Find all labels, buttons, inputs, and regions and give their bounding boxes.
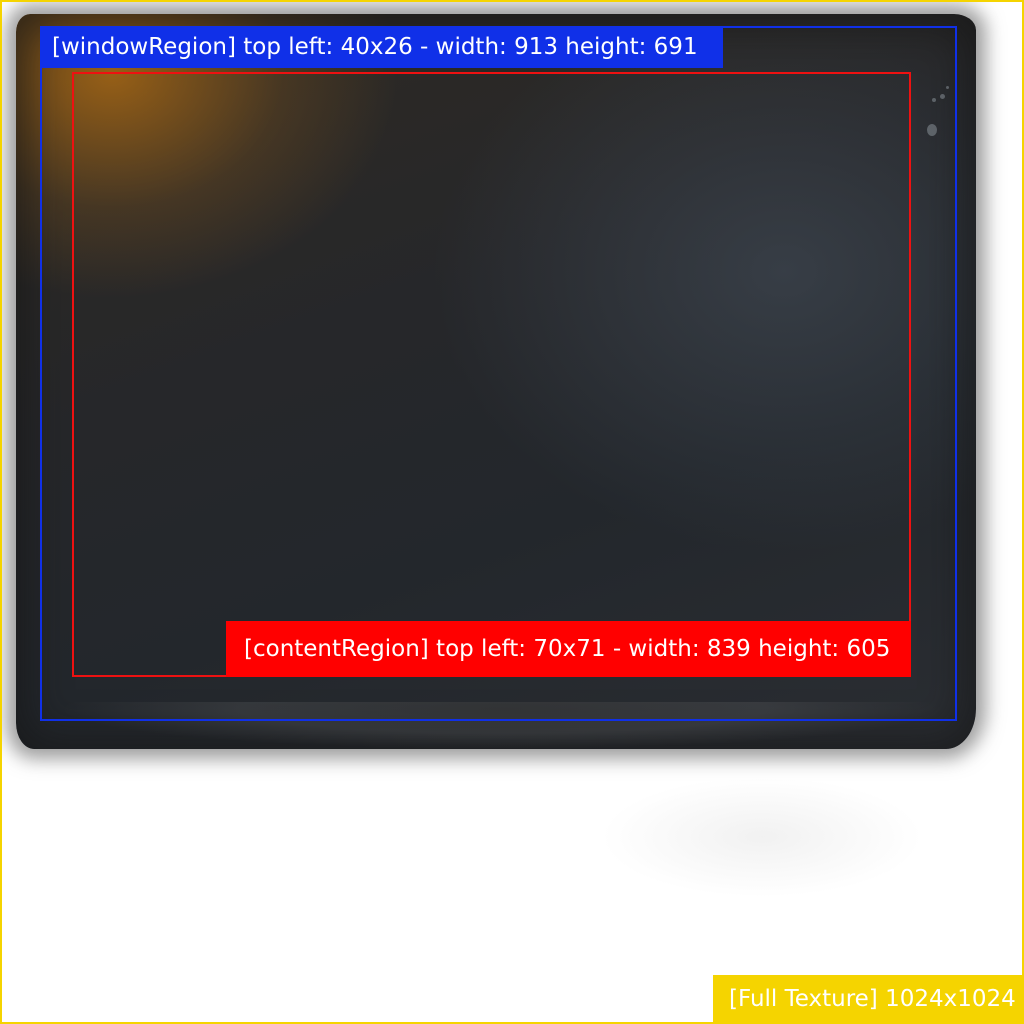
texture-canvas: [windowRegion] top left: 40x26 - width: … [0,0,1024,1024]
content-region-label: [contentRegion] top left: 70x71 - width:… [226,621,911,677]
window-region-label: [windowRegion] top left: 40x26 - width: … [40,26,723,68]
content-region-outline [72,72,911,677]
full-texture-label: [Full Texture] 1024x1024 [713,975,1022,1022]
texture-wash [602,772,922,902]
